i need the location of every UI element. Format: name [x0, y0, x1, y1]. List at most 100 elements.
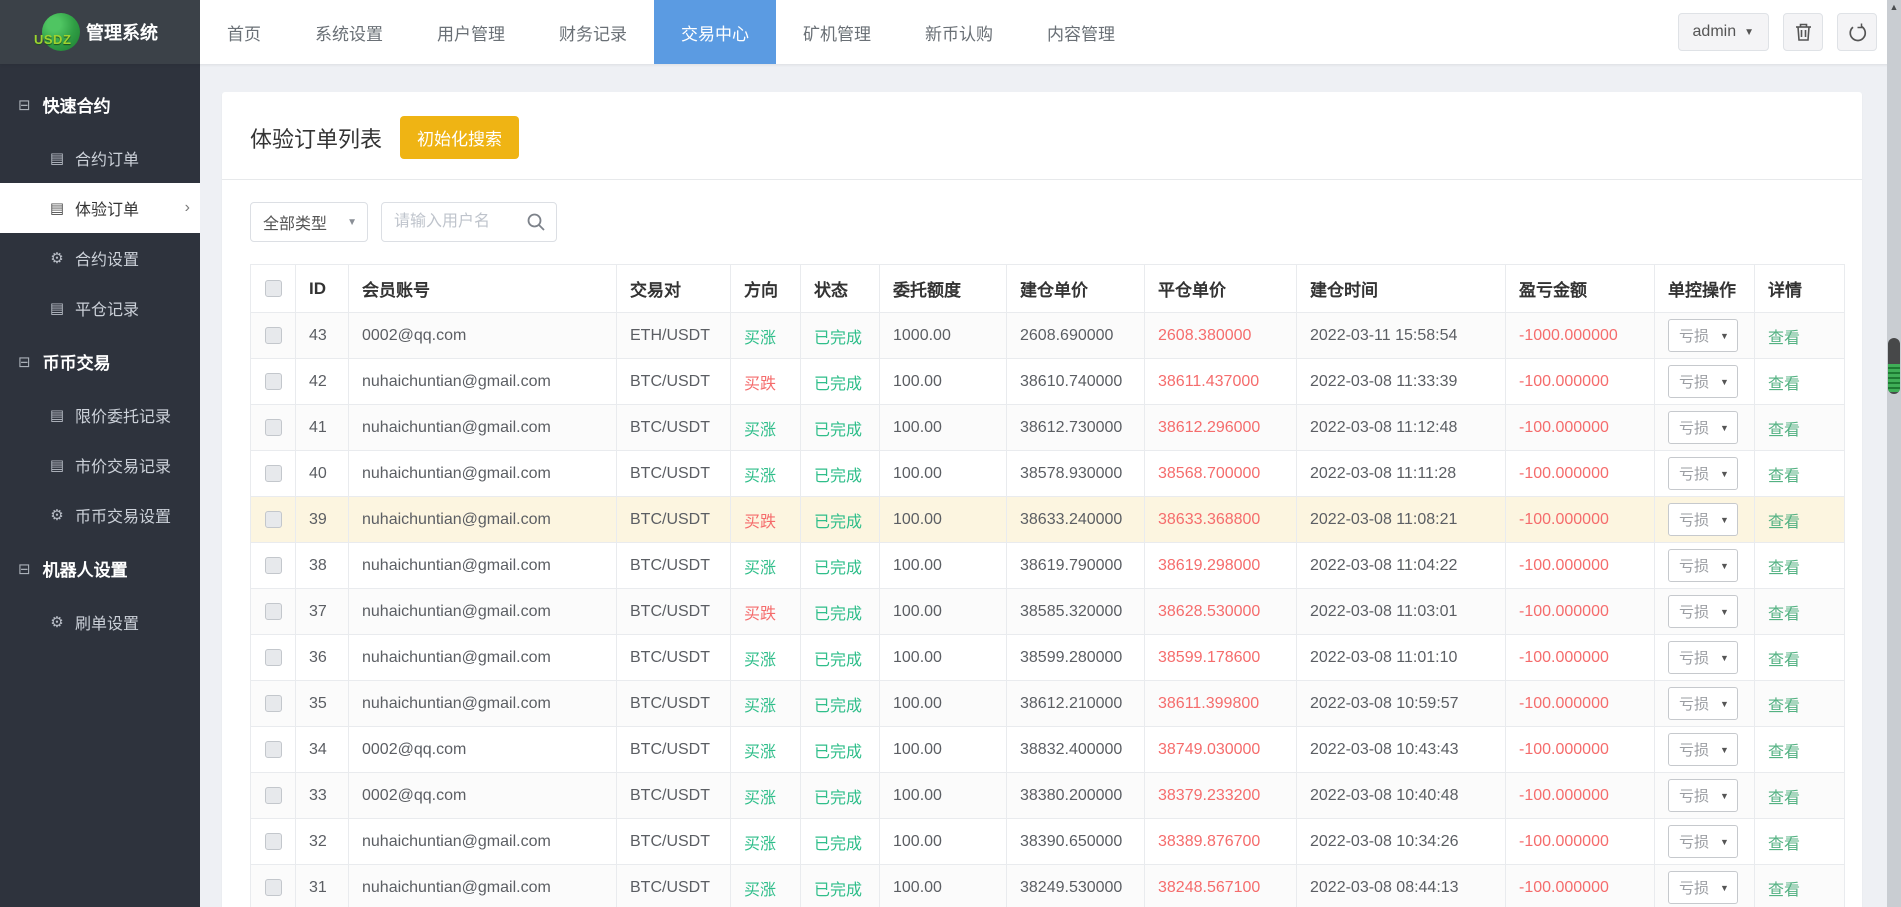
sidebar-item[interactable]: ▤ 限价委托记录 ›: [0, 390, 200, 440]
cell-open-price: 38380.200000: [1007, 773, 1145, 819]
cell-id: 36: [296, 635, 349, 681]
cell-amount: 100.00: [880, 497, 1007, 543]
view-detail-link[interactable]: 查看: [1768, 606, 1800, 623]
sidebar-section-title[interactable]: ⊟ 快速合约: [0, 76, 200, 133]
row-checkbox[interactable]: [265, 787, 282, 804]
view-detail-link[interactable]: 查看: [1768, 744, 1800, 761]
cell-id: 34: [296, 727, 349, 773]
column-header: 建仓单价: [1007, 265, 1145, 313]
sidebar-section-items: ▤ 合约订单 › ▤ 体验订单 › ⚙ 合约设置 › ▤ 平仓记录 ›: [0, 133, 200, 333]
row-checkbox[interactable]: [265, 373, 282, 390]
reset-search-button[interactable]: 初始化搜索: [400, 116, 519, 159]
view-detail-link[interactable]: 查看: [1768, 882, 1800, 899]
row-checkbox[interactable]: [265, 603, 282, 620]
cell-pair: ETH/USDT: [617, 313, 731, 359]
row-checkbox[interactable]: [265, 511, 282, 528]
top-nav-item[interactable]: 交易中心: [654, 0, 776, 64]
control-select[interactable]: 亏损 ▼: [1668, 733, 1738, 766]
column-header: ID: [296, 265, 349, 313]
sidebar-section-label: 币币交易: [43, 349, 111, 374]
view-detail-link[interactable]: 查看: [1768, 422, 1800, 439]
view-detail-link[interactable]: 查看: [1768, 560, 1800, 577]
row-checkbox[interactable]: [265, 557, 282, 574]
row-checkbox[interactable]: [265, 833, 282, 850]
logout-button[interactable]: [1837, 13, 1877, 51]
control-select[interactable]: 亏损 ▼: [1668, 825, 1738, 858]
control-select[interactable]: 亏损 ▼: [1668, 549, 1738, 582]
top-nav-item[interactable]: 内容管理: [1020, 0, 1142, 64]
cell-pnl: -100.000000: [1506, 497, 1655, 543]
sidebar-item[interactable]: ⚙ 币币交易设置 ›: [0, 490, 200, 540]
page-scrollbar[interactable]: ▲: [1887, 0, 1901, 907]
view-detail-link[interactable]: 查看: [1768, 836, 1800, 853]
control-select[interactable]: 亏损 ▼: [1668, 779, 1738, 812]
column-header: 盈亏金额: [1506, 265, 1655, 313]
row-checkbox[interactable]: [265, 695, 282, 712]
view-detail-link[interactable]: 查看: [1768, 330, 1800, 347]
control-select[interactable]: 亏损 ▼: [1668, 641, 1738, 674]
sidebar-item[interactable]: ▤ 合约订单 ›: [0, 133, 200, 183]
top-nav-item[interactable]: 系统设置: [288, 0, 410, 64]
column-header: 方向: [731, 265, 801, 313]
control-select[interactable]: 亏损 ▼: [1668, 687, 1738, 720]
view-detail-link[interactable]: 查看: [1768, 376, 1800, 393]
cell-pair: BTC/USDT: [617, 819, 731, 865]
cell-amount: 100.00: [880, 635, 1007, 681]
top-nav-item[interactable]: 用户管理: [410, 0, 532, 64]
scroll-up-arrow-icon[interactable]: ▲: [1887, 2, 1901, 12]
row-checkbox[interactable]: [265, 649, 282, 666]
top-nav-item[interactable]: 新币认购: [898, 0, 1020, 64]
control-select[interactable]: 亏损 ▼: [1668, 411, 1738, 444]
scrollbar-thumb[interactable]: [1888, 338, 1900, 394]
sidebar-item[interactable]: ⚙ 合约设置 ›: [0, 233, 200, 283]
control-select-value: 亏损: [1679, 417, 1709, 438]
type-select[interactable]: 全部类型 ▼: [250, 202, 368, 242]
table-row: 32 nuhaichuntian@gmail.com BTC/USDT 买涨 已…: [251, 819, 1845, 865]
control-select[interactable]: 亏损 ▼: [1668, 365, 1738, 398]
row-checkbox[interactable]: [265, 465, 282, 482]
control-select-value: 亏损: [1679, 877, 1709, 898]
cell-direction: 买涨: [731, 635, 801, 681]
row-checkbox[interactable]: [265, 327, 282, 344]
cell-close-price: 38389.876700: [1145, 819, 1297, 865]
sidebar-item[interactable]: ▤ 市价交易记录 ›: [0, 440, 200, 490]
cell-id: 37: [296, 589, 349, 635]
view-detail-link[interactable]: 查看: [1768, 514, 1800, 531]
control-select[interactable]: 亏损 ▼: [1668, 503, 1738, 536]
cell-direction: 买跌: [731, 359, 801, 405]
cell-amount: 100.00: [880, 405, 1007, 451]
globe-icon: USDZ: [42, 13, 80, 51]
table-row: 40 nuhaichuntian@gmail.com BTC/USDT 买涨 已…: [251, 451, 1845, 497]
gear-icon: ⚙: [48, 613, 66, 631]
trash-button[interactable]: [1783, 13, 1823, 51]
search-icon[interactable]: [526, 212, 546, 232]
top-nav-item[interactable]: 财务记录: [532, 0, 654, 64]
row-checkbox[interactable]: [265, 741, 282, 758]
cell-id: 31: [296, 865, 349, 907]
table-header-row: ID 会员账号 交易对 方向 状态 委托额度 建仓单价 平仓单价 建仓时间 盈亏…: [251, 265, 1845, 313]
sidebar-item[interactable]: ▤ 体验订单 ›: [0, 183, 200, 233]
view-detail-link[interactable]: 查看: [1768, 652, 1800, 669]
row-checkbox[interactable]: [265, 879, 282, 896]
top-nav-item[interactable]: 首页: [200, 0, 288, 64]
cell-open-price: 2608.690000: [1007, 313, 1145, 359]
view-detail-link[interactable]: 查看: [1768, 790, 1800, 807]
control-select[interactable]: 亏损 ▼: [1668, 871, 1738, 904]
sidebar-item[interactable]: ▤ 平仓记录 ›: [0, 283, 200, 333]
cell-close-price: 38248.567100: [1145, 865, 1297, 907]
cell-account: nuhaichuntian@gmail.com: [349, 865, 617, 907]
row-checkbox[interactable]: [265, 419, 282, 436]
control-select[interactable]: 亏损 ▼: [1668, 319, 1738, 352]
sidebar-section-title[interactable]: ⊟ 机器人设置: [0, 540, 200, 597]
view-detail-link[interactable]: 查看: [1768, 698, 1800, 715]
view-detail-link[interactable]: 查看: [1768, 468, 1800, 485]
select-all-checkbox[interactable]: [265, 280, 282, 297]
sidebar-section-title[interactable]: ⊟ 币币交易: [0, 333, 200, 390]
control-select[interactable]: 亏损 ▼: [1668, 595, 1738, 628]
sidebar-item[interactable]: ⚙ 刷单设置 ›: [0, 597, 200, 647]
user-menu-button[interactable]: admin ▼: [1678, 13, 1769, 51]
top-nav-item[interactable]: 矿机管理: [776, 0, 898, 64]
chevron-down-icon: ▼: [1720, 607, 1729, 617]
control-select[interactable]: 亏损 ▼: [1668, 457, 1738, 490]
cell-open-time: 2022-03-08 11:01:10: [1297, 635, 1506, 681]
